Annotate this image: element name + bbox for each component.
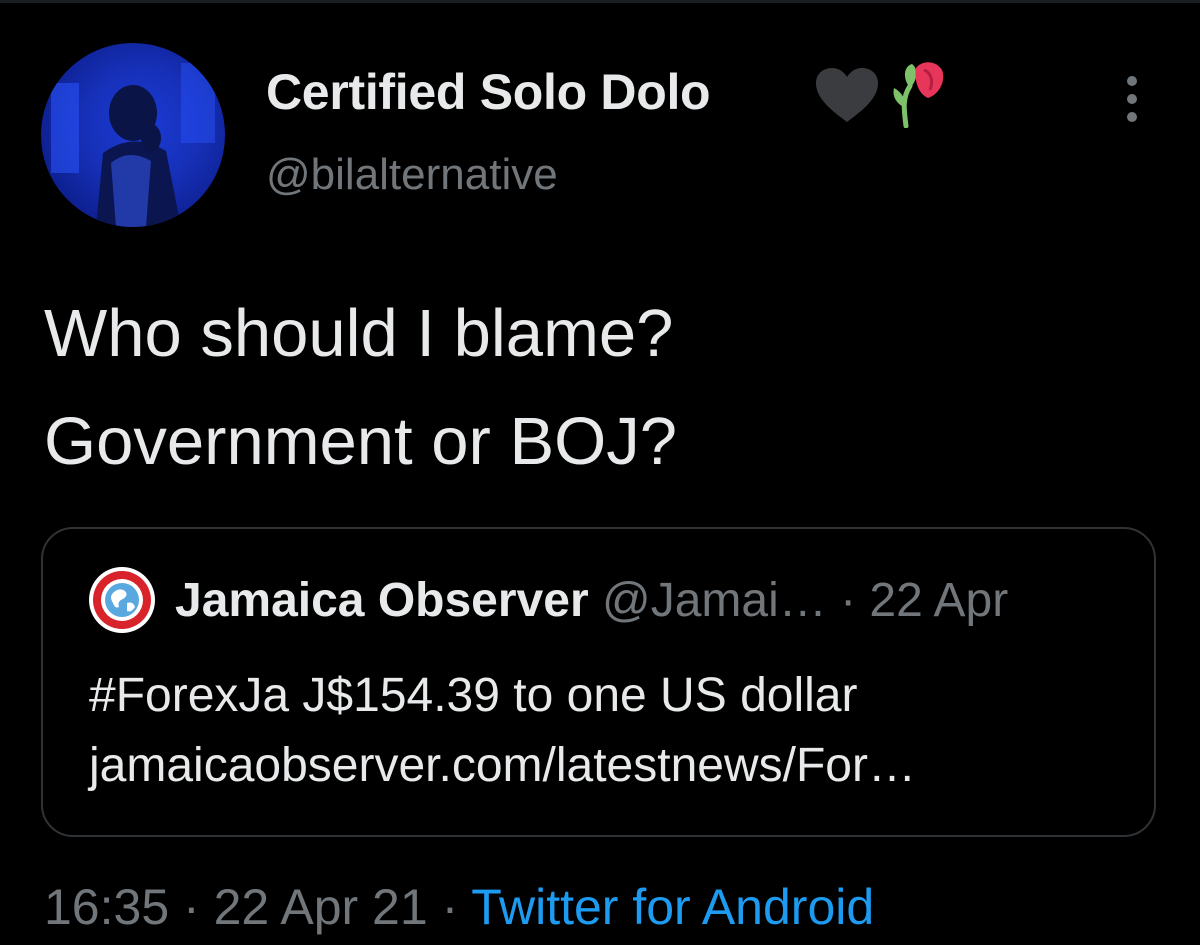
quoted-author-avatar[interactable] (89, 567, 155, 633)
top-divider (0, 0, 1200, 3)
more-options-icon[interactable] (1118, 76, 1146, 122)
quoted-date[interactable]: 22 Apr (869, 574, 1008, 627)
quoted-tweet-card[interactable]: Jamaica Observer @Jamai… · 22 Apr #Forex… (41, 527, 1156, 837)
tweet-line: Government or BOJ? (44, 404, 678, 479)
author-display-name[interactable]: Certified Solo Dolo (266, 63, 711, 121)
tweet-source-link[interactable]: Twitter for Android (471, 879, 874, 935)
globe-logo-icon (90, 568, 154, 632)
author-handle[interactable]: @bilalternative (266, 150, 558, 200)
tweet-time[interactable]: 16:35 (44, 879, 169, 935)
quoted-text-line: #ForexJa J$154.39 to one US dollar (89, 669, 858, 722)
meta-separator: · (441, 879, 459, 935)
tweet-meta: 16:35 · 22 Apr 21 · Twitter for Android (44, 878, 874, 936)
tweet-date[interactable]: 22 Apr 21 (214, 879, 428, 935)
quoted-separator: · (840, 574, 857, 627)
black-heart-icon (816, 68, 878, 122)
quoted-link[interactable]: jamaicaobserver.com/latestnews/For… (89, 731, 916, 801)
avatar-photo-icon (51, 63, 215, 227)
quoted-tweet-text: #ForexJa J$154.39 to one US dollar jamai… (89, 661, 916, 801)
wilted-flower-icon (893, 62, 944, 128)
tweet-text: Who should I blame? Government or BOJ? (44, 280, 1154, 496)
quoted-author-handle[interactable]: @Jamai… (602, 574, 827, 627)
tweet-line: Who should I blame? (44, 296, 674, 371)
quoted-header: Jamaica Observer @Jamai… · 22 Apr (175, 573, 1008, 628)
meta-separator: · (183, 879, 200, 935)
author-avatar[interactable] (41, 43, 225, 227)
quoted-author-name[interactable]: Jamaica Observer (175, 574, 589, 627)
